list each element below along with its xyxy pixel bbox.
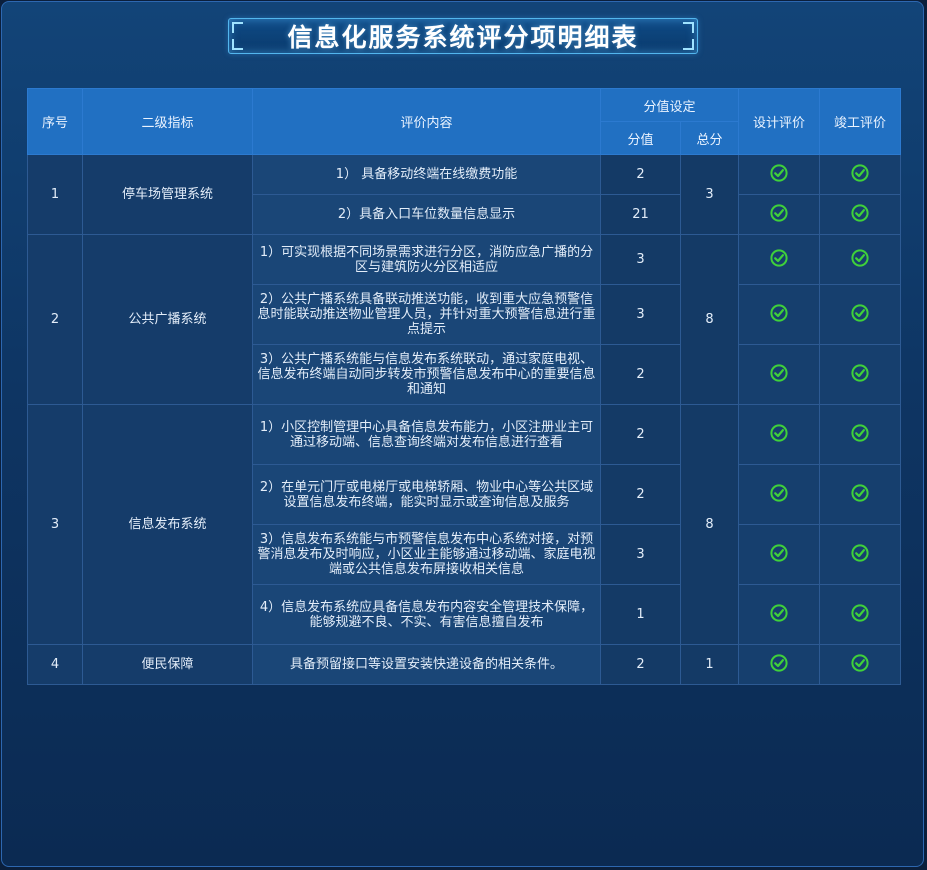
design-evaluation-cell [738,284,821,345]
checkmark-icon [770,423,788,446]
checkmark-icon [851,543,869,566]
design-evaluation-cell [738,644,821,685]
completion-evaluation-cell [819,644,902,685]
checkmark-icon [770,163,788,186]
checkmark-icon [770,483,788,506]
row-number: 3 [27,404,83,645]
completion-evaluation-cell [819,344,902,405]
header-completion-eval: 竣工评价 [819,88,902,155]
total-score: 8 [679,404,740,645]
evaluation-content: 1）可实现根据不同场景需求进行分区，消防应急广播的分区与建筑防火分区相适应 [252,234,601,285]
row-number: 2 [27,234,83,405]
completion-evaluation-cell [819,404,902,465]
checkmark-icon [851,203,869,226]
header-score-setting: 分值设定 [599,88,740,122]
design-evaluation-cell [738,344,821,405]
header-total: 总分 [679,121,740,155]
evaluation-content: 3）信息发布系统能与市预警信息发布中心系统对接，对预警消息发布及时响应，小区业主… [252,524,601,585]
design-evaluation-cell [738,234,821,285]
table-row: 1 停车场管理系统 1） 具备移动终端在线缴费功能 2 3 [27,154,902,235]
corner-decoration [683,22,694,33]
evaluation-content: 4）信息发布系统应具备信息发布内容安全管理技术保障，能够规避不良、不实、有害信息… [252,584,601,645]
evaluation-content: 2）在单元门厅或电梯厅或电梯轿厢、物业中心等公共区域设置信息发布终端，能实时显示… [252,464,601,525]
checkmark-icon [851,423,869,446]
corner-decoration [232,22,243,33]
design-evaluation-cell [738,194,821,235]
score-value: 21 [600,194,681,235]
indicator-name: 便民保障 [82,644,253,685]
checkmark-icon [770,543,788,566]
design-evaluation-cell [738,404,821,465]
table-row: 4 便民保障 具备预留接口等设置安装快递设备的相关条件。 2 1 [27,644,902,685]
table-row: 2 公共广播系统 1）可实现根据不同场景需求进行分区，消防应急广播的分区与建筑防火分… [27,234,902,405]
indicator-name: 公共广播系统 [82,234,253,405]
evaluation-content: 2）具备入口车位数量信息显示 [252,194,601,235]
completion-evaluation-cell [819,194,902,235]
title-banner: 信息化服务系统评分项明细表 [228,18,698,54]
checkmark-icon [851,653,869,676]
design-evaluation-cell [738,464,821,525]
score-value: 3 [600,524,681,585]
completion-evaluation-cell [819,584,902,645]
indicator-name: 信息发布系统 [82,404,253,645]
score-value: 2 [600,154,681,195]
page-title: 信息化服务系统评分项明细表 [287,23,639,52]
header-design-eval: 设计评价 [738,88,821,155]
checkmark-icon [851,303,869,326]
corner-decoration [232,39,243,50]
checkmark-icon [770,303,788,326]
row-number: 4 [27,644,83,685]
checkmark-icon [770,363,788,386]
evaluation-content: 1） 具备移动终端在线缴费功能 [252,154,601,195]
checkmark-icon [770,653,788,676]
header-content: 评价内容 [252,88,601,155]
checkmark-icon [851,248,869,271]
total-score: 1 [679,644,740,685]
score-value: 3 [600,284,681,345]
table-body: 1 停车场管理系统 1） 具备移动终端在线缴费功能 2 3 2）具备入口车位数量信息显示 2… [27,154,902,685]
indicator-name: 停车场管理系统 [82,154,253,235]
row-number: 1 [27,154,83,235]
completion-evaluation-cell [819,284,902,345]
checkmark-icon [851,483,869,506]
table-row: 3 信息发布系统 1）小区控制管理中心具备信息发布能力，小区注册业主可通过移动端、信… [27,404,902,645]
evaluation-content: 1）小区控制管理中心具备信息发布能力，小区注册业主可通过移动端、信息查询终端对发… [252,404,601,465]
design-evaluation-cell [738,524,821,585]
score-value: 2 [600,464,681,525]
score-value: 3 [600,234,681,285]
design-evaluation-cell [738,154,821,195]
evaluation-content: 具备预留接口等设置安装快递设备的相关条件。 [252,644,601,685]
score-value: 1 [600,584,681,645]
header-no: 序号 [27,88,83,155]
score-value: 2 [600,644,681,685]
completion-evaluation-cell [819,524,902,585]
evaluation-content: 3）公共广播系统能与信息发布系统联动，通过家庭电视、信息发布终端自动同步转发市预… [252,344,601,405]
evaluation-content: 2）公共广播系统具备联动推送功能，收到重大应急预警信息时能联动推送物业管理人员，… [252,284,601,345]
checkmark-icon [851,603,869,626]
completion-evaluation-cell [819,464,902,525]
checkmark-icon [770,248,788,271]
total-score: 3 [679,154,740,235]
score-table: 序号 二级指标 评价内容 分值设定 设计评价 竣工评价 分值 总分 1 停车场管理… [27,88,902,685]
checkmark-icon [851,163,869,186]
design-evaluation-cell [738,584,821,645]
header-indicator: 二级指标 [82,88,253,155]
header-score: 分值 [600,121,681,155]
completion-evaluation-cell [819,234,902,285]
score-value: 2 [600,404,681,465]
checkmark-icon [770,203,788,226]
checkmark-icon [851,363,869,386]
total-score: 8 [679,234,740,405]
score-value: 2 [600,344,681,405]
completion-evaluation-cell [819,154,902,195]
checkmark-icon [770,603,788,626]
corner-decoration [683,39,694,50]
